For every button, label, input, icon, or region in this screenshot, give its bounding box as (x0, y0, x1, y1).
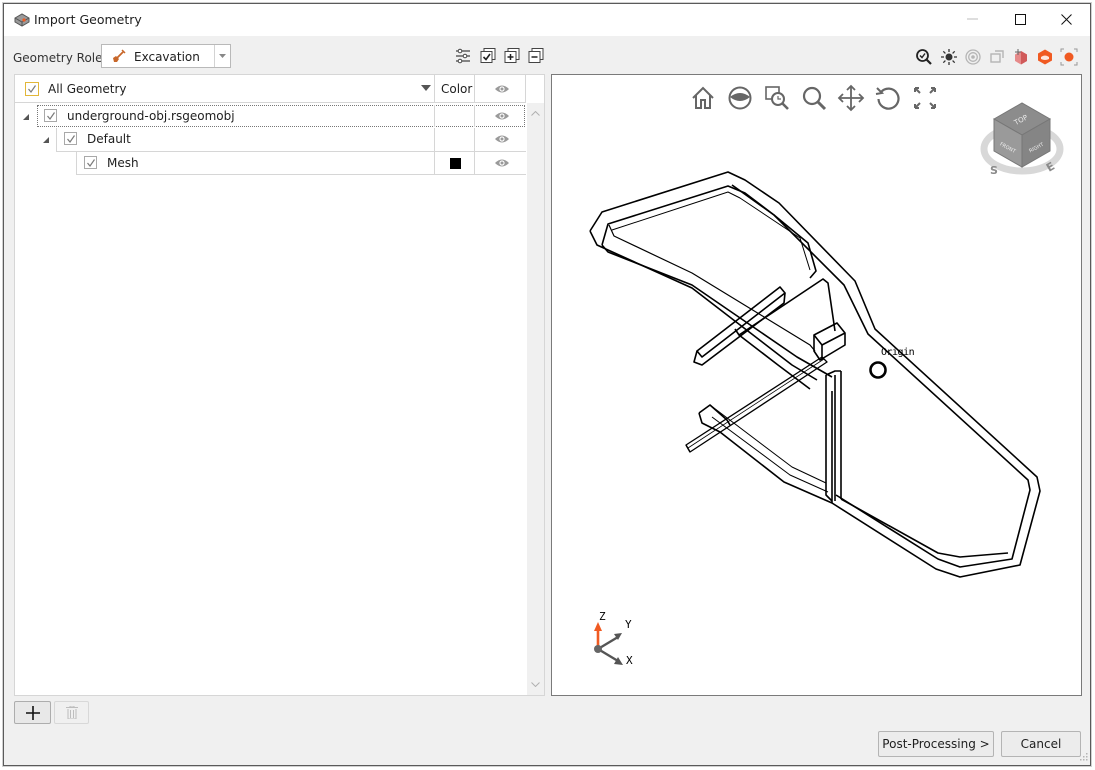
column-divider (474, 105, 475, 127)
eye-icon[interactable] (494, 84, 510, 94)
indent-divider (56, 128, 57, 151)
geometry-role-label: Geometry Role: (13, 51, 107, 65)
color-column-header: Color (441, 82, 473, 96)
delete-geometry-button[interactable] (54, 701, 89, 724)
maximize-button[interactable] (997, 4, 1043, 34)
eye-icon[interactable] (494, 134, 510, 144)
import-geometry-dialog: Import Geometry Geometry Role: Excavatio… (3, 3, 1091, 766)
title-bar: Import Geometry (4, 4, 1090, 36)
check-all-icon[interactable] (479, 47, 497, 65)
geometry-app-icon (14, 13, 30, 27)
close-button[interactable] (1043, 4, 1089, 34)
chevron-up-icon (531, 111, 540, 116)
column-divider (474, 152, 475, 174)
minimize-icon (966, 18, 978, 20)
window-title: Import Geometry (34, 12, 142, 27)
filter-settings-icon[interactable] (454, 47, 472, 65)
sort-dropdown-icon[interactable] (421, 85, 431, 91)
tunnel-mesh-model[interactable] (552, 75, 1082, 696)
check-icon (87, 159, 95, 167)
eye-icon[interactable] (494, 158, 510, 168)
column-divider (434, 75, 435, 103)
zoom-extents-icon[interactable] (915, 48, 933, 66)
geometry-role-dropdown[interactable]: Excavation (101, 44, 231, 68)
close-icon (1060, 13, 1072, 25)
row-label: Mesh (107, 156, 139, 170)
resize-grip-icon[interactable] (1078, 753, 1088, 763)
cancel-button[interactable]: Cancel (1001, 731, 1081, 757)
row-checkbox[interactable] (44, 109, 57, 122)
row-label: Default (87, 132, 131, 146)
mesh-color-swatch[interactable] (450, 158, 461, 169)
expand-arrow-icon[interactable] (23, 114, 29, 120)
geometry-tree: All Geometry Color underground-obj.rsgeo… (14, 74, 545, 696)
all-geometry-checkbox[interactable] (25, 82, 39, 96)
row-divider (76, 174, 526, 175)
trash-icon (65, 706, 78, 719)
expand-all-icon[interactable] (503, 47, 521, 65)
shovel-icon (113, 49, 126, 62)
collapse-all-icon[interactable] (527, 47, 545, 65)
eye-icon[interactable] (494, 111, 510, 121)
3d-viewport[interactable]: TOP FRONT RIGHT S E Origin Z Y X (551, 74, 1082, 696)
check-icon (28, 85, 36, 93)
column-divider (474, 128, 475, 151)
column-divider (434, 128, 435, 151)
dropdown-arrow[interactable] (214, 45, 230, 67)
all-geometry-label: All Geometry (48, 82, 127, 96)
tree-scrollbar[interactable] (527, 103, 544, 695)
scroll-up-button[interactable] (527, 105, 544, 122)
select-object-icon[interactable] (1060, 48, 1078, 66)
geometry-role-value: Excavation (134, 50, 200, 64)
minimize-button[interactable] (949, 4, 995, 34)
column-divider (434, 105, 435, 127)
check-icon (67, 135, 75, 143)
tree-row-file[interactable]: underground-obj.rsgeomobj (15, 105, 526, 128)
row-checkbox[interactable] (64, 132, 77, 145)
toolbar: Geometry Role: Excavation (4, 40, 1090, 72)
lighting-icon[interactable] (940, 48, 958, 66)
maximize-icon (1014, 13, 1026, 25)
row-checkbox[interactable] (84, 156, 97, 169)
x-axis-label: X (626, 654, 633, 667)
plus-icon (25, 705, 40, 720)
origin-label: Origin (881, 347, 915, 358)
post-processing-button[interactable]: Post-Processing > (878, 731, 994, 757)
chevron-down-icon (531, 682, 540, 687)
tree-header: All Geometry Color (15, 75, 526, 103)
expand-arrow-icon[interactable] (43, 137, 49, 143)
rotate-view-icon[interactable] (988, 48, 1006, 66)
column-divider (474, 75, 475, 103)
z-axis-label: Z (599, 610, 606, 623)
column-divider (525, 75, 526, 103)
tree-row-default[interactable]: Default (15, 128, 526, 151)
move-object-icon[interactable] (1012, 48, 1030, 66)
add-geometry-button[interactable] (14, 701, 51, 724)
check-icon (47, 112, 55, 120)
target-icon[interactable] (964, 48, 982, 66)
chevron-down-icon (219, 54, 226, 58)
tree-row-mesh[interactable]: Mesh (15, 152, 526, 175)
column-divider (434, 152, 435, 174)
row-label: underground-obj.rsgeomobj (67, 109, 235, 123)
cut-object-icon[interactable] (1036, 48, 1054, 66)
y-axis-label: Y (625, 618, 632, 631)
indent-divider (76, 152, 77, 174)
scroll-down-button[interactable] (527, 676, 544, 693)
